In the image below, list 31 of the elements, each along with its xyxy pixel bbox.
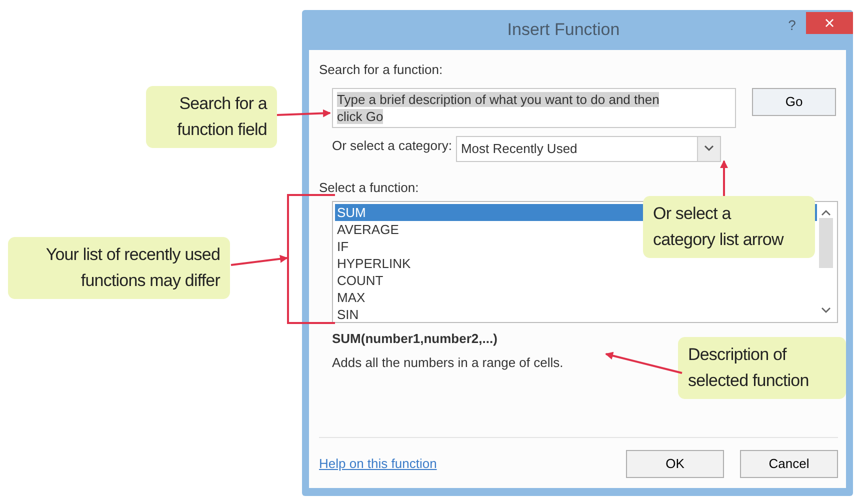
scrollbar-thumb[interactable] — [819, 218, 833, 268]
function-item[interactable]: COUNT — [335, 272, 386, 289]
function-item[interactable]: IF — [335, 238, 351, 255]
callout-arrow — [276, 109, 331, 118]
function-item[interactable]: SIN — [335, 306, 361, 323]
function-description: Adds all the numbers in a range of cells. — [332, 354, 564, 372]
function-item[interactable]: HYPERLINK — [335, 255, 413, 272]
chevron-down-icon[interactable] — [704, 145, 714, 152]
callout-tooltip: Your list of recently used functions may differ — [8, 237, 230, 299]
function-signature: SUM(number1,number2,...) — [332, 330, 498, 348]
scroll-down-icon[interactable] — [821, 307, 831, 314]
function-item[interactable]: AVERAGE — [335, 221, 401, 238]
help-button[interactable]: ? — [778, 14, 806, 36]
category-dropdown[interactable]: Most Recently Used — [456, 136, 721, 162]
callout-tooltip: Search for a function field — [146, 86, 277, 148]
dialog-button[interactable]: OK — [626, 450, 724, 478]
function-item[interactable]: MAX — [335, 289, 368, 306]
go-button[interactable]: Go — [752, 88, 836, 116]
callout-arrow — [720, 160, 728, 196]
search-field[interactable]: Type a brief description of what you want to do and then click Go — [332, 88, 736, 128]
callout-tooltip: Or select a category list arrow — [643, 196, 815, 258]
window-title: Insert Function — [506, 19, 621, 42]
dialog-button[interactable]: Cancel — [740, 450, 838, 478]
search-label: Search for a function: — [319, 61, 443, 79]
function-label: Select a function: — [319, 178, 419, 196]
scroll-up-icon[interactable] — [821, 209, 831, 216]
category-label: Or select a category: — [332, 136, 452, 155]
help-link[interactable]: Help on this function — [319, 454, 437, 474]
close-button[interactable]: × — [806, 12, 853, 34]
callout-tooltip: Description of selected function — [678, 337, 846, 399]
callout-arrow — [230, 254, 288, 266]
